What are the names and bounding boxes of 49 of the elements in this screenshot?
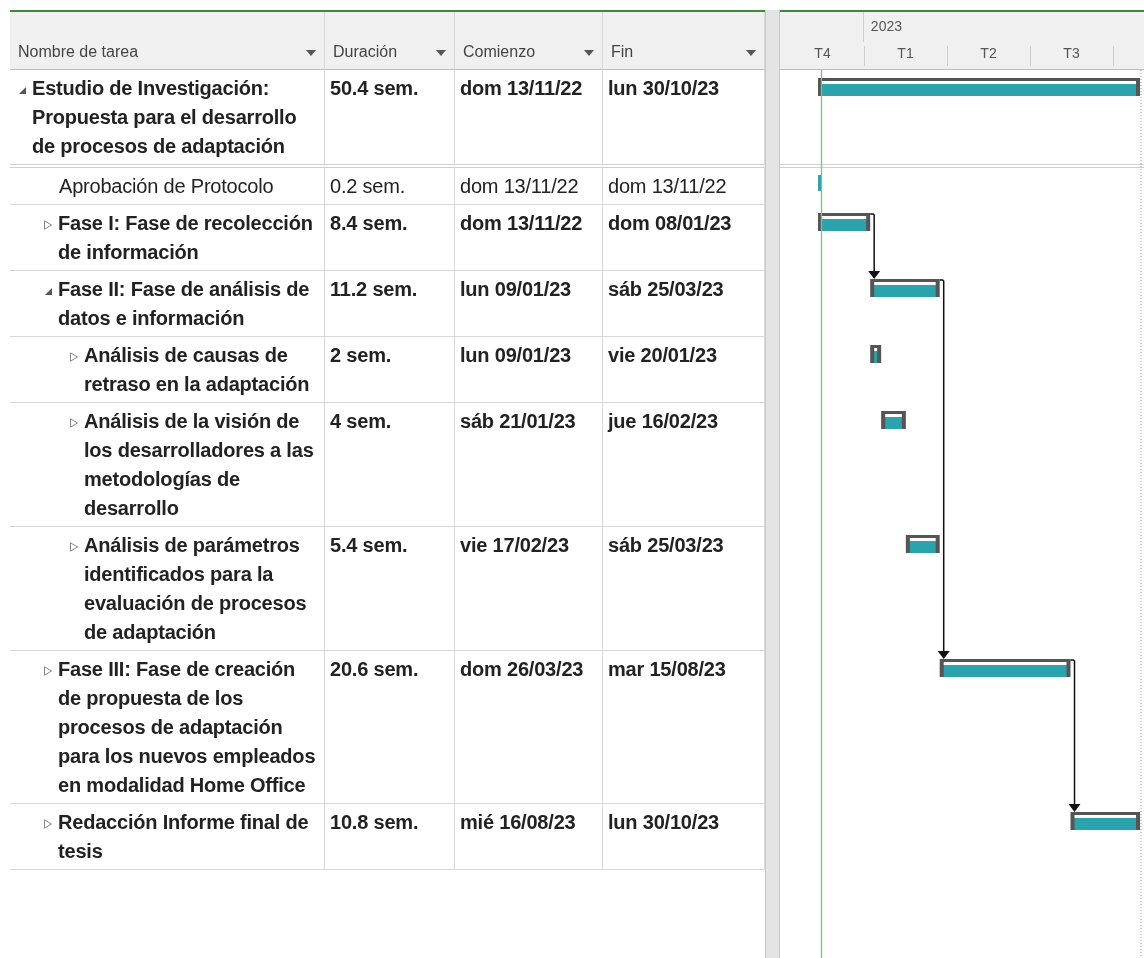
task-name: Análisis de la visión de los desarrolladores a las metodologías de desarrollo (84, 409, 315, 521)
timescale-quarter: T3 (1062, 45, 1081, 61)
table-cell: dom 13/11/22 (455, 70, 603, 168)
table-cell: lun 09/01/23 (455, 271, 603, 337)
collapsed-triangle-icon[interactable] (43, 666, 53, 676)
column-header[interactable]: Nombre de tarea (10, 12, 325, 70)
table-cell: vie 17/02/23 (455, 527, 603, 651)
table-cell: 50.4 sem. (325, 70, 455, 168)
timescale-quarter: T4 (813, 45, 832, 61)
table-cell: 20.6 sem. (325, 651, 455, 804)
table-cell: lun 09/01/23 (455, 337, 603, 403)
expanded-triangle-icon[interactable] (17, 85, 27, 95)
table-cell: dom 26/03/23 (455, 651, 603, 804)
summary-bar (818, 213, 871, 231)
table-cell: 0.2 sem. (325, 168, 455, 205)
collapsed-triangle-icon[interactable] (69, 542, 79, 552)
timescale-quarter: T1 (896, 45, 915, 61)
dropdown-caret-icon[interactable] (306, 50, 316, 56)
task-name: Fase I: Fase de recolección de información (58, 211, 314, 265)
column-header[interactable]: Duración (325, 12, 455, 70)
collapsed-triangle-icon[interactable] (43, 819, 53, 829)
table-cell: 5.4 sem. (325, 527, 455, 651)
table-cell: 2 sem. (325, 337, 455, 403)
table-cell: 8.4 sem. (325, 205, 455, 271)
table-cell: mié 16/08/23 (455, 804, 603, 870)
task-name: Redacción Informe final de tesis (58, 810, 310, 864)
timescale-year: 2023 (870, 18, 902, 34)
dropdown-caret-icon[interactable] (436, 50, 446, 56)
column-header[interactable]: Comienzo (455, 12, 603, 70)
table-cell: 11.2 sem. (325, 271, 455, 337)
task-name: Análisis de causas de retraso en la adaptación (84, 343, 311, 397)
collapsed-triangle-icon[interactable] (43, 220, 53, 230)
summary-bar (870, 279, 940, 297)
task-name: Análisis de parámetros identificados para la evaluación de procesos de adaptación (84, 533, 308, 645)
table-cell: sáb 21/01/23 (455, 403, 603, 527)
table-cell: 10.8 sem. (325, 804, 455, 870)
task-name: Fase III: Fase de creación de propuesta de los procesos de adaptación para los nuevos empleados en modalidad Home Office (58, 657, 317, 798)
collapsed-triangle-icon[interactable] (69, 418, 79, 428)
expanded-triangle-icon[interactable] (43, 286, 53, 296)
task-name: Estudio de Investigación: Propuesta para el desarrollo de procesos de adaptación (32, 76, 298, 159)
timescale-quarter: T2 (979, 45, 998, 61)
table-cell: dom 13/11/22 (455, 168, 603, 205)
task-name: Aprobación de Protocolo (59, 174, 274, 199)
table-cell: dom 13/11/22 (455, 205, 603, 271)
dropdown-caret-icon[interactable] (746, 50, 756, 56)
table-cell: 4 sem. (325, 403, 455, 527)
task-name: Fase II: Fase de análisis de datos e información (58, 277, 311, 331)
collapsed-triangle-icon[interactable] (69, 352, 79, 362)
dropdown-caret-icon[interactable] (584, 50, 594, 56)
